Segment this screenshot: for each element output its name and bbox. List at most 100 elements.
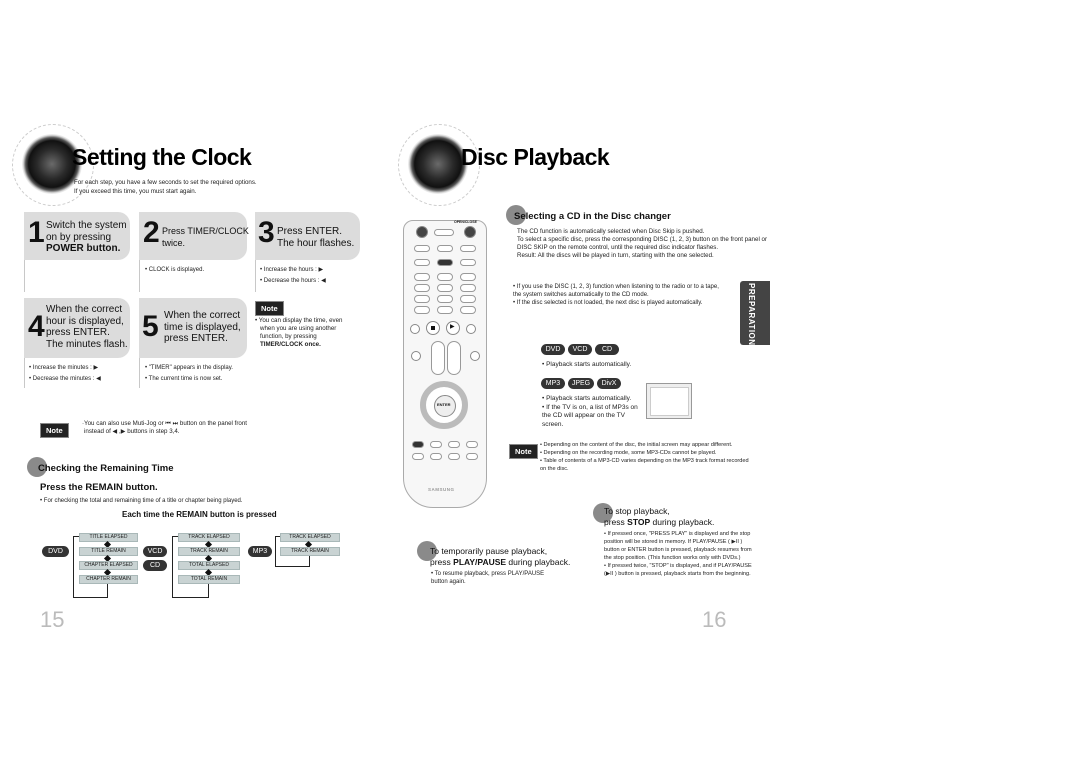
formats-2-bullets: • Playback starts automatically. • If th… (542, 395, 638, 428)
remote-button (437, 295, 453, 303)
selecting-heading: Selecting a CD in the Disc changer (514, 211, 671, 222)
step-2-bullet: • CLOCK is displayed. (145, 267, 205, 273)
remote-button (437, 273, 453, 281)
stop-heading: To stop playback, press STOP during play… (604, 506, 715, 527)
remote-button (466, 441, 478, 448)
pill-divx: DivX (597, 378, 621, 389)
remaining-heading: Checking the Remaining Time (38, 463, 174, 474)
pill-cd: CD (595, 344, 619, 355)
remote-button (414, 295, 430, 303)
step-4-text: When the correct hour is displayed, pres… (46, 304, 128, 350)
flow-item: TRACK ELAPSED (280, 533, 340, 542)
remote-button (412, 453, 424, 460)
flow-item: TITLE ELAPSED (79, 533, 138, 542)
power-button-icon (416, 226, 428, 238)
flow-item: TOTAL REMAIN (178, 575, 240, 584)
note-bottom-text: ·You can also use Muti-Jog or ⏮ ⏭ button… (82, 420, 248, 435)
remote-button (430, 441, 442, 448)
step-1-text: Switch the system on by pressing POWER b… (46, 220, 127, 254)
loop-line (172, 536, 173, 598)
remote-button (437, 306, 453, 314)
loop-line (275, 536, 276, 567)
selecting-text: The CD function is automatically selecte… (517, 228, 768, 259)
remote-button (437, 284, 453, 292)
preparation-tab: PREPARATION (740, 281, 770, 346)
note-badge-bottom: Note (40, 423, 69, 438)
remote-button (448, 453, 460, 460)
loop-line (107, 584, 108, 598)
play-pause-button-icon: ▶ (446, 321, 460, 335)
note-text: • You can display the time, even when yo… (255, 317, 343, 348)
pill-mp3: MP3 (541, 378, 565, 389)
speaker-icon (408, 134, 468, 194)
loop-line (73, 536, 74, 598)
tv-screen-thumbnail (646, 383, 692, 419)
pill-jpeg: JPEG (568, 378, 594, 389)
remote-button (470, 351, 480, 361)
remote-button (412, 441, 424, 448)
remote-button (410, 324, 420, 334)
pill-mp3: MP3 (248, 546, 272, 557)
note-right-bullets: • Depending on the content of the disc, … (540, 442, 749, 472)
remote-button (414, 245, 430, 252)
remote-button (460, 245, 476, 252)
step-5-bullet-2: • The current time is now set. (145, 376, 223, 382)
step-5-bullet-1: • "TIMER" appears in the display. (145, 365, 233, 371)
loop-line (172, 536, 178, 537)
remote-button (460, 273, 476, 281)
pill-vcd: VCD (568, 344, 592, 355)
loop-line (208, 584, 209, 598)
remote-button (434, 229, 454, 236)
selecting-bullet-1: • If you use the DISC (1, 2, 3) function… (513, 284, 719, 298)
loop-line (172, 597, 209, 598)
page-title-right: Disc Playback (461, 144, 610, 170)
flow-item: TITLE REMAIN (79, 547, 138, 556)
remote-button (448, 441, 460, 448)
remote-button (466, 324, 476, 334)
loop-line (73, 536, 79, 537)
note-badge: Note (255, 301, 284, 316)
volume-rocker-icon (431, 341, 445, 375)
pill-vcd: VCD (143, 546, 167, 557)
step-4-bullet-2: • Decrease the minutes : ◀ (29, 376, 101, 382)
formats-1-bullet: • Playback starts automatically. (542, 361, 632, 368)
stop-bullets: • If pressed once, "PRESS PLAY" is displ… (604, 531, 752, 577)
step-3-text: Press ENTER. The hour flashes. (277, 226, 355, 249)
step-3-bullet-2: • Decrease the hours : ◀ (260, 278, 326, 284)
remaining-subheading: Press the REMAIN button. (40, 482, 158, 493)
remote-button (430, 453, 442, 460)
remote-control-illustration: OPEN/CLOSE ▶ ENTER SAMSUNG (403, 220, 487, 508)
step-1-number: 1 (28, 216, 45, 249)
step-5-number: 5 (142, 310, 159, 343)
flow-item: TRACK REMAIN (280, 547, 340, 556)
stop-button-icon (426, 321, 440, 335)
step-3-bullet-1: • Increase the hours : ▶ (260, 267, 324, 273)
remote-button (460, 259, 476, 266)
remote-button (414, 284, 430, 292)
intro-text: For each step, you have a few seconds to… (74, 179, 257, 195)
step-2-number: 2 (143, 216, 160, 249)
timer-clock-button-icon (437, 259, 453, 266)
tuning-rocker-icon (447, 341, 461, 375)
pill-cd: CD (143, 560, 167, 571)
remote-button (414, 306, 430, 314)
open-close-button-icon (464, 226, 476, 238)
pause-bullet: • To resume playback, press PLAY/PAUSE b… (431, 571, 545, 585)
step-3-number: 3 (258, 216, 275, 249)
remote-brand-label: SAMSUNG (428, 487, 455, 492)
remote-button (437, 245, 453, 252)
remaining-bullet: • For checking the total and remaining t… (40, 498, 243, 504)
pill-dvd: DVD (541, 344, 565, 355)
remote-button (460, 295, 476, 303)
enter-button-icon: ENTER (434, 395, 456, 417)
loop-line (73, 597, 108, 598)
page-number-15: 15 (40, 607, 65, 632)
remote-button (466, 453, 478, 460)
step-5-text: When the correct time is displayed, pres… (164, 310, 241, 344)
pause-heading: To temporarily pause playback, press PLA… (430, 546, 571, 567)
remote-button (460, 306, 476, 314)
loop-line (275, 536, 280, 537)
loop-line (309, 556, 310, 567)
step-4-number: 4 (28, 310, 45, 343)
selecting-bullet-2: • If the disc selected is not loaded, th… (513, 300, 703, 306)
